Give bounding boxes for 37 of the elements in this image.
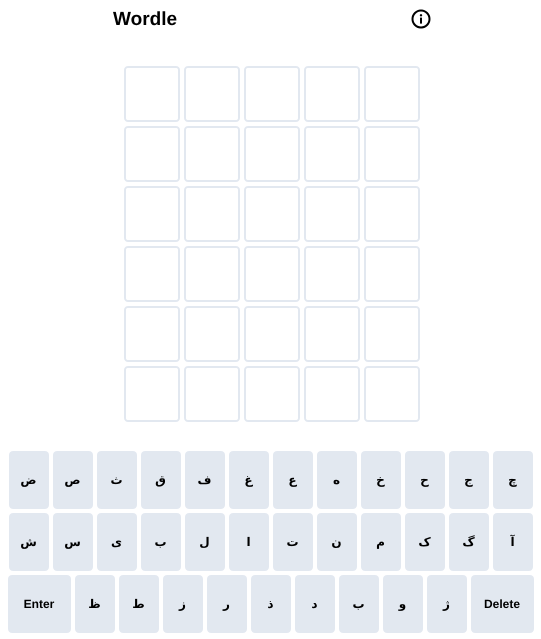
- action-key[interactable]: Enter: [8, 575, 70, 633]
- letter-key[interactable]: غ: [228, 451, 268, 509]
- app-title: Wordle: [113, 9, 178, 31]
- letter-key[interactable]: و: [382, 575, 422, 633]
- letter-key[interactable]: ش: [8, 513, 48, 571]
- letter-key[interactable]: ث: [96, 451, 136, 509]
- letter-key[interactable]: د: [294, 575, 334, 633]
- info-icon[interactable]: [411, 9, 431, 29]
- letter-key[interactable]: آ: [492, 513, 532, 571]
- letter-key[interactable]: ط: [118, 575, 158, 633]
- letter-key[interactable]: م: [360, 513, 400, 571]
- letter-key[interactable]: ح: [404, 451, 444, 509]
- letter-key[interactable]: ف: [184, 451, 224, 509]
- letter-key[interactable]: ع: [272, 451, 312, 509]
- action-key[interactable]: Delete: [470, 575, 534, 633]
- letter-key[interactable]: ژ: [426, 575, 466, 633]
- letter-key[interactable]: خ: [360, 451, 400, 509]
- letter-key[interactable]: ج: [448, 451, 488, 509]
- letter-key[interactable]: ت: [272, 513, 312, 571]
- letter-key[interactable]: ز: [162, 575, 202, 633]
- letter-key[interactable]: ا: [228, 513, 268, 571]
- letter-key[interactable]: ک: [404, 513, 444, 571]
- letter-key[interactable]: ض: [8, 451, 48, 509]
- letter-key[interactable]: ن: [316, 513, 356, 571]
- letter-key[interactable]: ظ: [74, 575, 114, 633]
- letter-key[interactable]: ر: [206, 575, 246, 633]
- letter-key[interactable]: ذ: [250, 575, 290, 633]
- letter-key[interactable]: ق: [140, 451, 180, 509]
- letter-key[interactable]: گ: [448, 513, 488, 571]
- letter-key[interactable]: س: [52, 513, 92, 571]
- letter-key[interactable]: ل: [184, 513, 224, 571]
- letter-key[interactable]: چ: [492, 451, 532, 509]
- letter-key[interactable]: ه: [316, 451, 356, 509]
- letter-key[interactable]: ی: [96, 513, 136, 571]
- letter-key[interactable]: ب: [140, 513, 180, 571]
- letter-key[interactable]: ب: [338, 575, 378, 633]
- letter-key[interactable]: ص: [52, 451, 92, 509]
